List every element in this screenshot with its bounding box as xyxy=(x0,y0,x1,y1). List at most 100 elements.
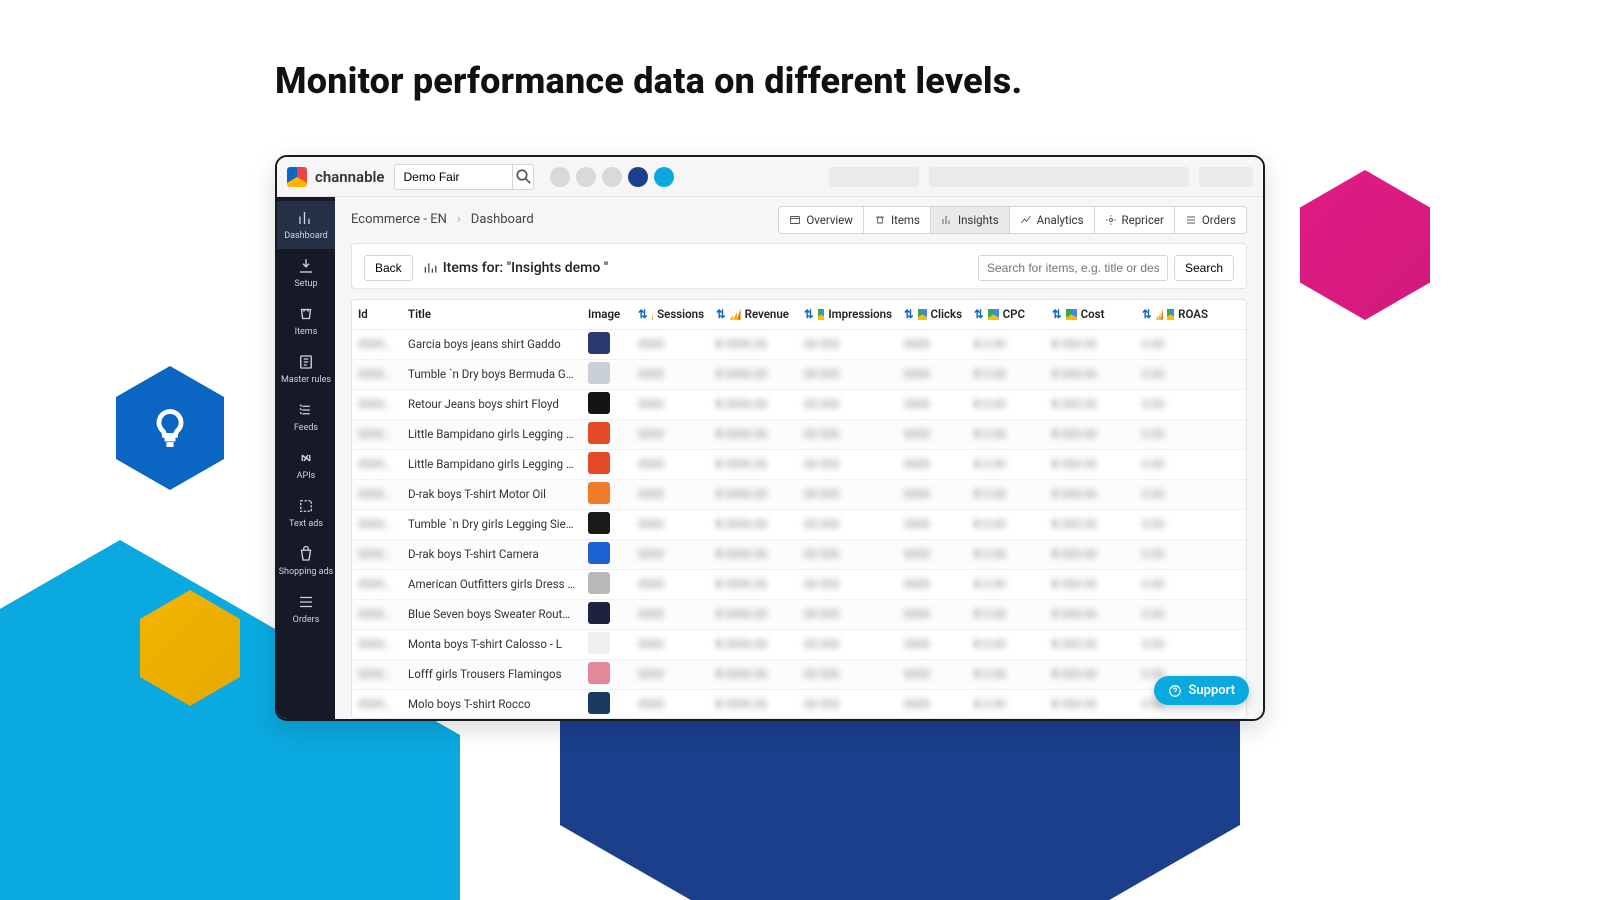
blurred-control xyxy=(829,167,919,187)
cell-revenue: 0000.00 xyxy=(710,457,798,471)
col-roas[interactable]: ⇅ROAS xyxy=(1136,307,1214,321)
table-row[interactable]: 00000…D-rak boys T-shirt Motor Oil000000… xyxy=(352,480,1246,510)
col-label: Title xyxy=(408,307,431,321)
sidebar-item-orders[interactable]: Orders xyxy=(277,585,335,633)
col-clicks[interactable]: ⇅Clicks xyxy=(898,307,968,321)
table-row[interactable]: 00000…Little Bampidano girls Legging Bed… xyxy=(352,450,1246,480)
cell-clicks: 0000 xyxy=(898,577,968,591)
cell-image xyxy=(582,572,632,597)
cell-impressions: 00 000 xyxy=(798,517,898,531)
sidebar-item-apis[interactable]: APIs xyxy=(277,441,335,489)
col-id[interactable]: Id xyxy=(352,307,402,321)
cell-image xyxy=(582,422,632,447)
sidebar-item-dashboard[interactable]: Dashboard xyxy=(277,201,335,249)
orders-icon xyxy=(1185,214,1197,226)
panel-header: Back Items for: "Insights demo " Search xyxy=(351,243,1247,289)
sidebar-item-items[interactable]: Items xyxy=(277,297,335,345)
cell-clicks: 0000 xyxy=(898,337,968,351)
cell-cpc: 0.00 xyxy=(968,697,1046,711)
breadcrumb-page[interactable]: Dashboard xyxy=(471,212,534,227)
cell-image xyxy=(582,512,632,537)
sidebar-label: Feeds xyxy=(294,423,318,433)
table-row[interactable]: 00000…Blue Seven boys Sweater Route 5300… xyxy=(352,600,1246,630)
tab-repricer[interactable]: Repricer xyxy=(1095,207,1175,233)
table-row[interactable]: 00000…Little Bampidano girls Legging Bed… xyxy=(352,420,1246,450)
sidebar-item-shopping-ads[interactable]: Shopping ads xyxy=(277,537,335,585)
breadcrumb-project[interactable]: Ecommerce - EN xyxy=(351,212,447,227)
product-thumb xyxy=(588,332,610,354)
sort-icon: ⇅ xyxy=(904,307,914,321)
cell-id: 00000… xyxy=(352,577,402,591)
cell-revenue: 0000.00 xyxy=(710,397,798,411)
col-title[interactable]: Title xyxy=(402,307,582,321)
back-button[interactable]: Back xyxy=(364,255,413,281)
sort-icon: ⇅ xyxy=(974,307,984,321)
sidebar-label: Orders xyxy=(293,615,320,625)
cell-impressions: 00 000 xyxy=(798,607,898,621)
table-row[interactable]: 00000…Lofff girls Trousers Flamingos0000… xyxy=(352,660,1246,690)
tab-orders[interactable]: Orders xyxy=(1175,207,1246,233)
cell-title: American Outfitters girls Dress Sunsh… xyxy=(402,577,582,591)
search-icon[interactable] xyxy=(512,164,534,190)
top-search[interactable] xyxy=(394,164,534,190)
insights-icon xyxy=(941,214,953,226)
source-icon xyxy=(1156,309,1163,320)
cell-cpc: 0.00 xyxy=(968,637,1046,651)
table-row[interactable]: 00000…Tumble `n Dry girls Legging Sierra… xyxy=(352,510,1246,540)
sidebar-item-setup[interactable]: Setup xyxy=(277,249,335,297)
cell-id: 00000… xyxy=(352,397,402,411)
source-icon xyxy=(1167,309,1174,320)
tab-items[interactable]: Items xyxy=(864,207,931,233)
repricer-icon xyxy=(1105,214,1117,226)
cell-sessions: 0000 xyxy=(632,487,710,501)
cell-cost: 000.00 xyxy=(1046,547,1136,561)
cell-sessions: 0000 xyxy=(632,577,710,591)
sidebar-label: Items xyxy=(295,327,318,337)
items-search-input[interactable] xyxy=(978,255,1168,281)
bars-icon xyxy=(423,261,437,275)
cell-sessions: 0000 xyxy=(632,547,710,561)
product-thumb xyxy=(588,632,610,654)
table-row[interactable]: 00000…Garcia boys jeans shirt Gaddo00000… xyxy=(352,330,1246,360)
panel-title-text: Items for: "Insights demo " xyxy=(443,260,609,276)
top-search-input[interactable] xyxy=(395,170,511,184)
product-thumb xyxy=(588,602,610,624)
col-image[interactable]: Image xyxy=(582,307,632,321)
main: Ecommerce - EN › Dashboard OverviewItems… xyxy=(335,197,1263,719)
table-row[interactable]: 00000…Tumble `n Dry boys Bermuda Granby0… xyxy=(352,360,1246,390)
col-revenue[interactable]: ⇅Revenue xyxy=(710,307,798,321)
col-cost[interactable]: ⇅Cost xyxy=(1046,307,1136,321)
table-row[interactable]: 00000…Molo boys T-shirt Rocco00000000.00… xyxy=(352,690,1246,719)
cell-id: 00000… xyxy=(352,427,402,441)
cell-revenue: 0000.00 xyxy=(710,637,798,651)
analytics-icon xyxy=(1020,214,1032,226)
sidebar-item-text-ads[interactable]: Text ads xyxy=(277,489,335,537)
table-row[interactable]: 00000…American Outfitters girls Dress Su… xyxy=(352,570,1246,600)
col-sessions[interactable]: ⇅Sessions xyxy=(632,307,710,321)
cell-cost: 000.00 xyxy=(1046,487,1136,501)
table-row[interactable]: 00000…Retour Jeans boys shirt Floyd00000… xyxy=(352,390,1246,420)
col-cpc[interactable]: ⇅CPC xyxy=(968,307,1046,321)
col-label: Impressions xyxy=(828,307,892,321)
cell-clicks: 0000 xyxy=(898,547,968,561)
status-dot xyxy=(550,167,570,187)
tab-overview[interactable]: Overview xyxy=(779,207,864,233)
table-header: IdTitleImage⇅Sessions⇅Revenue⇅Impression… xyxy=(352,300,1246,330)
table-row[interactable]: 00000…D-rak boys T-shirt Camera00000000.… xyxy=(352,540,1246,570)
table-row[interactable]: 00000…Monta boys T-shirt Calosso - L0000… xyxy=(352,630,1246,660)
cell-sessions: 0000 xyxy=(632,337,710,351)
col-impressions[interactable]: ⇅Impressions xyxy=(798,307,898,321)
col-label: Cost xyxy=(1081,307,1105,321)
cell-clicks: 0000 xyxy=(898,637,968,651)
cell-image xyxy=(582,332,632,357)
sidebar-item-master-rules[interactable]: Master rules xyxy=(277,345,335,393)
items-search-button[interactable]: Search xyxy=(1174,255,1234,281)
sidebar-item-feeds[interactable]: Feeds xyxy=(277,393,335,441)
support-button[interactable]: Support xyxy=(1154,676,1249,705)
tab-insights[interactable]: Insights xyxy=(931,207,1010,233)
tab-analytics[interactable]: Analytics xyxy=(1010,207,1095,233)
cell-title: D-rak boys T-shirt Motor Oil xyxy=(402,487,582,501)
cell-roas: 0.00 xyxy=(1136,427,1214,441)
cell-cost: 000.00 xyxy=(1046,577,1136,591)
cell-sessions: 0000 xyxy=(632,367,710,381)
